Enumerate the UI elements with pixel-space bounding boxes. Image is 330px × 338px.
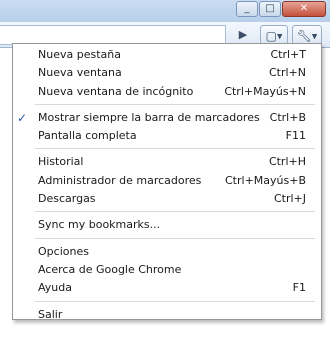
menu-item-shortcut: F1 [292,281,306,295]
address-bar[interactable] [0,25,226,45]
menu-item[interactable]: Sync my bookmarks... [13,216,321,234]
tools-menu-button[interactable]: 🔧︎▼ [292,25,322,45]
minimize-button[interactable]: _ [236,1,258,17]
menu-item-shortcut: F11 [285,129,306,143]
menu-item-shortcut: Ctrl+Mayús+N [224,84,306,98]
menu-item-label: Administrador de marcadores [38,173,202,187]
menu-item-label: Nueva ventana de incógnito [38,84,194,98]
title-bar: _ □ ✕ [0,0,330,22]
menu-item[interactable]: Descargas Ctrl+J [13,190,321,208]
menu-item-shortcut: Ctrl+B [269,110,306,124]
menu-separator [35,300,315,302]
menu-separator [35,103,315,105]
menu-item[interactable]: Salir [13,306,321,324]
menu-item[interactable]: Historial Ctrl+H [13,153,321,171]
menu-item-label: Salir [38,307,63,321]
menu-item[interactable]: Nueva ventana de incógnito Ctrl+Mayús+N [13,83,321,101]
menu-item-shortcut: Ctrl+N [268,66,306,80]
menu-item[interactable]: Nueva ventana Ctrl+N [13,64,321,82]
menu-separator [35,211,315,213]
menu-separator [35,148,315,150]
menu-item[interactable]: Nueva pestaña Ctrl+T [13,46,321,64]
menu-item-shortcut: Ctrl+H [268,155,306,169]
menu-item-label: Descargas [38,192,96,206]
menu-item-label: Ayuda [38,281,72,295]
menu-item[interactable]: Administrador de marcadores Ctrl+Mayús+B [13,172,321,190]
menu-item-shortcut: Ctrl+Mayús+B [225,173,306,187]
menu-separator [35,237,315,239]
play-arrow-icon: ▶ [238,28,248,41]
menu-item[interactable]: Acerca de Google Chrome [13,261,321,279]
menu-item-label: Pantalla completa [38,129,137,143]
close-button[interactable]: ✕ [282,1,326,17]
page-menu-icon: ▢ [265,29,277,43]
maximize-button[interactable]: □ [259,1,281,17]
menu-item[interactable]: ✓ Mostrar siempre la barra de marcadores C… [13,109,321,127]
menu-item[interactable]: Ayuda F1 [13,279,321,297]
chevron-down-icon: ▼ [276,32,283,41]
go-button[interactable]: ▶ [234,25,252,45]
menu-item-label: Historial [38,155,84,169]
page-menu-button[interactable]: ▢▼ [260,25,288,45]
menu-item[interactable]: Pantalla completa F11 [13,127,321,145]
tools-dropdown-menu: Nueva pestaña Ctrl+T Nueva ventana Ctrl+N Nu… [12,43,322,321]
menu-item-label: Acerca de Google Chrome [38,262,182,276]
menu-item-label: Sync my bookmarks... [38,218,161,232]
menu-item-label: Nueva ventana [38,66,122,80]
wrench-icon: 🔧︎ [296,29,312,43]
checkmark-icon: ✓ [17,110,28,125]
menu-item-shortcut: Ctrl+T [270,48,306,61]
menu-item[interactable]: Opciones [13,243,321,261]
menu-item-label: Opciones [38,244,89,258]
menu-item-label: Mostrar siempre la barra de marcadores [38,110,260,124]
chevron-down-icon: ▼ [311,32,318,41]
menu-item-label: Nueva pestaña [38,48,121,61]
menu-item-shortcut: Ctrl+J [273,192,306,206]
browser-window: _ □ ✕ ▶ ▢▼ 🔧︎▼ Nueva pestaña Ctrl+T Nueva … [0,0,330,338]
